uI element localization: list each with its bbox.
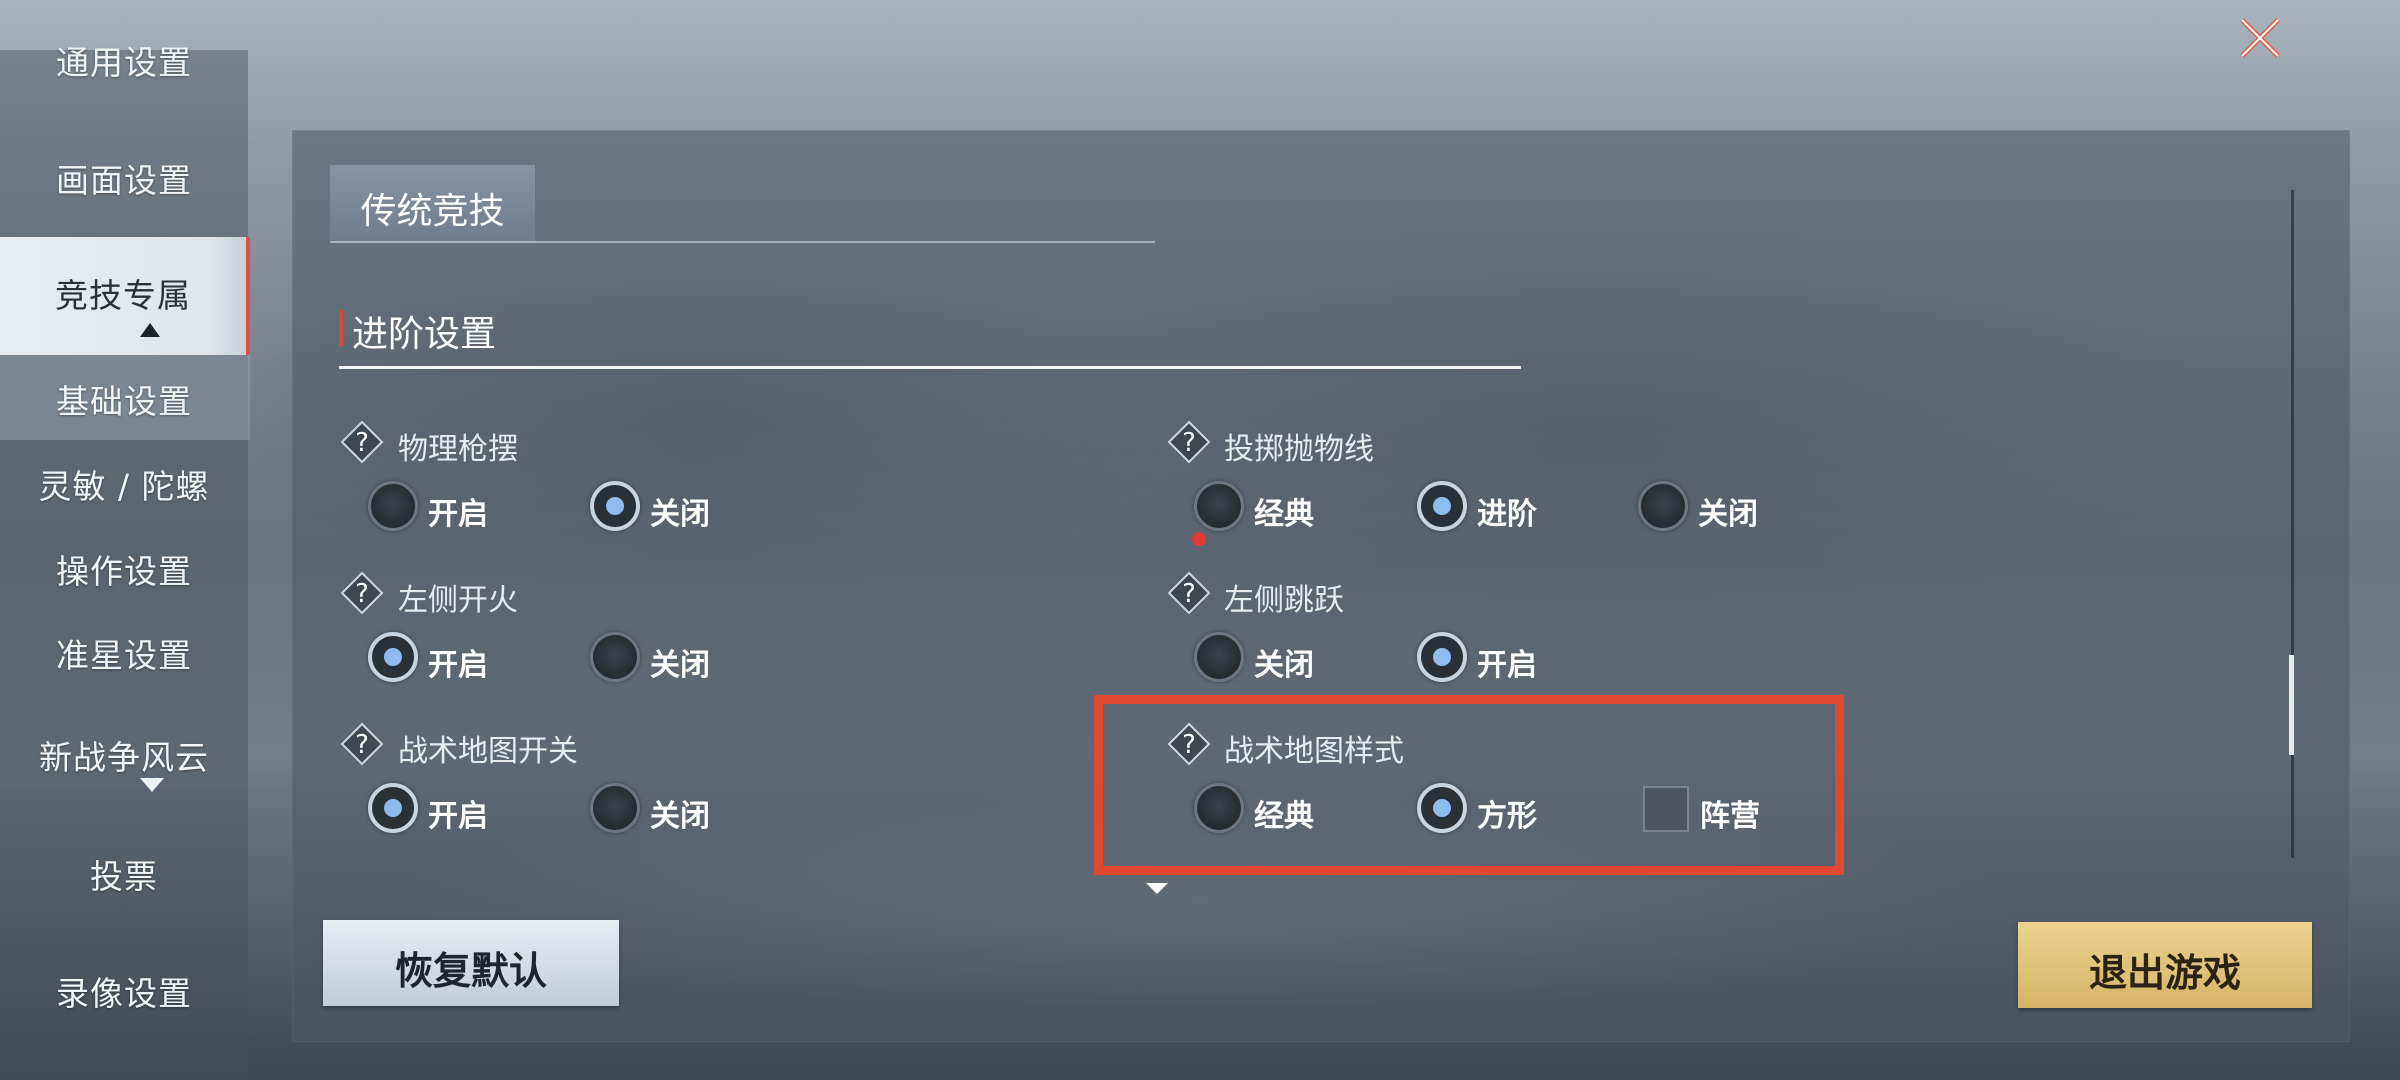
help-icon[interactable]: ?: [338, 569, 386, 617]
help-icon[interactable]: ?: [1165, 569, 1213, 617]
exit-game-label: 退出游戏: [2088, 951, 2241, 995]
option-label: 开启: [428, 799, 488, 834]
option-label: 关闭: [1698, 497, 1758, 532]
option-label: 经典: [1254, 799, 1314, 834]
radio-left-jump-off[interactable]: [1194, 632, 1244, 682]
radio-throw-arc-off[interactable]: [1638, 481, 1688, 531]
expand-down-icon: [140, 778, 164, 792]
radio-left-fire-off[interactable]: [590, 632, 640, 682]
radio-tactical-map-on[interactable]: [368, 783, 418, 833]
option-label: 进阶: [1477, 497, 1537, 532]
sidebar-item-vote[interactable]: 投票: [0, 850, 248, 898]
sidebar-item-replay[interactable]: 录像设置: [0, 967, 248, 1015]
setting-title-tactical-map-style: 战术地图样式: [1224, 734, 1404, 769]
tab-label: 传统竞技: [360, 191, 505, 232]
section-divider: [339, 366, 1521, 369]
setting-title-left-fire: 左侧开火: [398, 583, 518, 618]
scrollbar-thumb[interactable]: [2289, 655, 2294, 755]
help-icon[interactable]: ?: [338, 720, 386, 768]
svg-text:?: ?: [1182, 730, 1196, 760]
setting-title-tactical-map-toggle: 战术地图开关: [398, 734, 578, 769]
option-label: 关闭: [1254, 648, 1314, 683]
radio-physics-sway-on[interactable]: [368, 481, 418, 531]
radio-throw-arc-advanced[interactable]: [1417, 481, 1467, 531]
sidebar-subitem-crosshair[interactable]: 准星设置: [0, 629, 248, 677]
restore-default-label: 恢复默认: [394, 949, 547, 993]
sidebar-item-graphics[interactable]: 画面设置: [0, 154, 248, 202]
option-label: 方形: [1477, 799, 1537, 834]
help-icon[interactable]: ?: [338, 418, 386, 466]
option-label: 开启: [428, 648, 488, 683]
restore-default-button[interactable]: 恢复默认: [323, 920, 619, 1006]
sidebar-subitem-controls[interactable]: 操作设置: [0, 545, 248, 593]
svg-text:?: ?: [355, 428, 369, 458]
tab-classic-competitive[interactable]: 传统竞技: [330, 165, 535, 243]
svg-text:?: ?: [1182, 579, 1196, 609]
exit-game-button[interactable]: 退出游戏: [2018, 922, 2312, 1008]
sidebar-item-competitive[interactable]: 竞技专属: [0, 237, 250, 355]
option-label: 开启: [1477, 648, 1537, 683]
scroll-more-icon: [1146, 883, 1168, 894]
new-indicator-dot: [1192, 532, 1206, 546]
sidebar-item-new-war[interactable]: 新战争风云: [0, 731, 248, 779]
svg-text:?: ?: [1182, 428, 1196, 458]
sidebar-item-competitive-label: 竞技专属: [55, 276, 191, 315]
option-label: 开启: [428, 497, 488, 532]
sidebar-item-general[interactable]: 通用设置: [0, 36, 248, 84]
setting-title-throw-arc: 投掷抛物线: [1224, 432, 1374, 467]
svg-text:?: ?: [355, 579, 369, 609]
radio-throw-arc-classic[interactable]: [1194, 481, 1244, 531]
option-label: 阵营: [1700, 799, 1760, 834]
option-label: 关闭: [650, 799, 710, 834]
radio-physics-sway-off[interactable]: [590, 481, 640, 531]
section-title: 进阶设置: [352, 314, 497, 355]
tab-underline: [330, 241, 1155, 243]
collapse-up-icon: [140, 323, 160, 337]
option-label: 关闭: [650, 497, 710, 532]
section-marker: [339, 310, 343, 346]
help-icon[interactable]: ?: [1165, 418, 1213, 466]
sidebar-subitem-basic[interactable]: 基础设置: [0, 375, 248, 423]
close-icon[interactable]: [2236, 14, 2284, 62]
radio-tactical-map-off[interactable]: [590, 783, 640, 833]
setting-title-physics-sway: 物理枪摆: [398, 432, 518, 467]
help-icon[interactable]: ?: [1165, 720, 1213, 768]
radio-map-style-classic[interactable]: [1194, 783, 1244, 833]
setting-title-left-jump: 左侧跳跃: [1224, 583, 1344, 618]
sidebar-subitem-sensitivity[interactable]: 灵敏 / 陀螺: [0, 460, 248, 508]
option-label: 关闭: [650, 648, 710, 683]
radio-left-jump-on[interactable]: [1417, 632, 1467, 682]
svg-text:?: ?: [355, 730, 369, 760]
scrollbar-track[interactable]: [2291, 190, 2294, 858]
option-label: 经典: [1254, 497, 1314, 532]
checkbox-map-style-faction[interactable]: [1643, 786, 1689, 832]
radio-map-style-square[interactable]: [1417, 783, 1467, 833]
radio-left-fire-on[interactable]: [368, 632, 418, 682]
